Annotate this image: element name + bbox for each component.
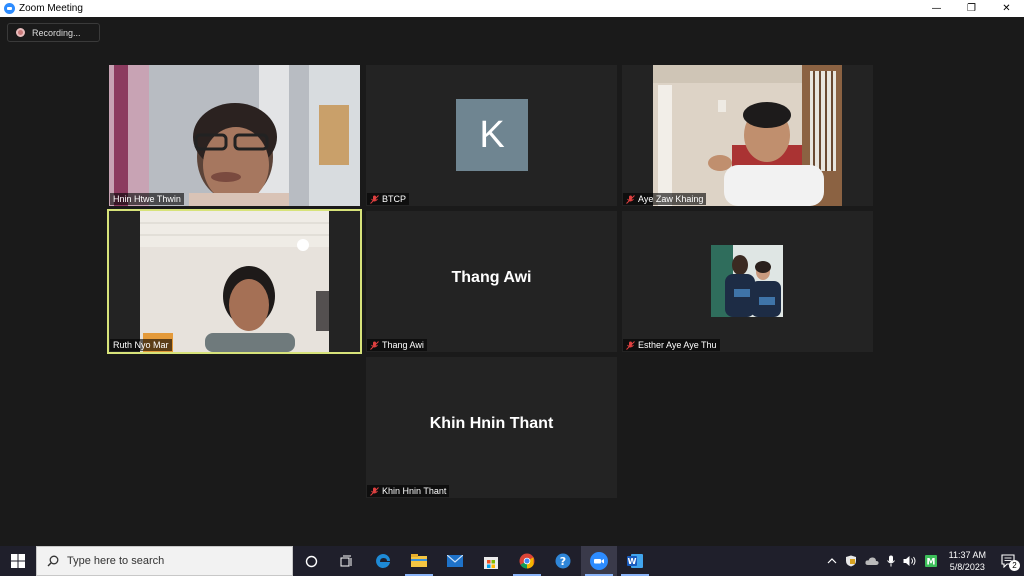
participant-avatar: K: [456, 99, 528, 171]
search-placeholder: Type here to search: [67, 555, 165, 567]
recording-indicator[interactable]: Recording...: [7, 23, 100, 42]
participant-name-tag: Ruth Nyo Mar: [110, 339, 172, 351]
avatar-letter: K: [479, 113, 505, 156]
taskbar-app-chrome[interactable]: [509, 546, 545, 576]
window-title: Zoom Meeting: [19, 3, 83, 14]
participant-tile[interactable]: Esther Aye Aye Thu: [622, 211, 873, 352]
taskbar-app-store[interactable]: [473, 546, 509, 576]
mic-muted-icon: [370, 340, 379, 350]
participant-tile[interactable]: K BTCP: [366, 65, 617, 206]
edge-icon: [376, 554, 390, 568]
mail-icon: [447, 555, 463, 567]
microphone-icon[interactable]: [886, 555, 895, 567]
zoom-icon: [590, 552, 608, 570]
participant-name-tag: Thang Awi: [367, 339, 427, 351]
start-button[interactable]: [0, 546, 36, 576]
help-icon: ?: [555, 553, 571, 569]
folder-icon: [411, 554, 427, 567]
participant-name-tag: Khin Hnin Thant: [367, 485, 450, 497]
participant-tile[interactable]: Thang Awi Thang Awi: [366, 211, 617, 352]
security-shield-icon[interactable]: [845, 555, 857, 567]
task-view-button[interactable]: [329, 546, 365, 576]
participant-name: Aye Zaw Khaing: [638, 194, 704, 204]
notification-badge: 2: [1009, 560, 1020, 571]
participant-display-name: Khin Hnin Thant: [429, 415, 554, 432]
notification-center-button[interactable]: 2: [994, 546, 1024, 576]
participant-tile-active-speaker[interactable]: Ruth Nyo Mar: [107, 209, 362, 354]
window-controls: — ❐ ✕: [919, 0, 1024, 17]
record-icon: [16, 28, 25, 37]
close-button[interactable]: ✕: [989, 0, 1024, 17]
clock-date: 5/8/2023: [949, 562, 985, 572]
participant-name-tag: Hnin Htwe Thwin: [110, 193, 184, 205]
participant-name: Thang Awi: [382, 340, 424, 350]
mic-muted-icon: [626, 340, 635, 350]
chevron-up-icon[interactable]: [827, 556, 837, 566]
taskbar-app-edge[interactable]: [365, 546, 401, 576]
participant-display-name: Thang Awi: [451, 269, 532, 286]
windows-taskbar: Type here to search ? W M 11:37 AM 5/8/2…: [0, 546, 1024, 576]
participant-tile[interactable]: Khin Hnin Thant Khin Hnin Thant: [366, 357, 617, 498]
participant-name: Esther Aye Aye Thu: [638, 340, 717, 350]
svg-text:?: ?: [560, 555, 566, 568]
meeting-gallery: Recording... Hnin Htwe Thwin K BTCP Aye …: [0, 17, 1024, 546]
taskbar-app-zoom[interactable]: [581, 546, 617, 576]
taskbar-app-word[interactable]: W: [617, 546, 653, 576]
volume-icon[interactable]: [903, 555, 917, 567]
participant-name: BTCP: [382, 194, 407, 204]
participant-name: Ruth Nyo Mar: [113, 340, 169, 350]
participant-name-tag: BTCP: [367, 193, 410, 205]
participant-name: Khin Hnin Thant: [382, 486, 447, 496]
taskbar-search-box[interactable]: Type here to search: [36, 546, 293, 576]
title-bar: Zoom Meeting — ❐ ✕: [0, 0, 1024, 17]
cortana-button[interactable]: [293, 546, 329, 576]
minimize-button[interactable]: —: [919, 0, 954, 17]
participant-name-tag: Esther Aye Aye Thu: [623, 339, 720, 351]
zoom-logo-icon: [4, 3, 15, 14]
language-indicator-icon[interactable]: M: [924, 555, 937, 568]
store-icon: [484, 556, 498, 569]
search-icon: [47, 555, 59, 567]
svg-text:W: W: [628, 557, 637, 566]
clock-time: 11:37 AM: [948, 550, 986, 560]
participant-tile[interactable]: Hnin Htwe Thwin: [109, 65, 360, 206]
taskbar-app-file-explorer[interactable]: [401, 546, 437, 576]
windows-logo-icon: [11, 554, 25, 568]
task-view-icon: [340, 555, 352, 566]
svg-text:M: M: [926, 558, 935, 568]
chrome-icon: [519, 553, 535, 569]
participant-video: [109, 211, 360, 352]
cloud-icon[interactable]: [865, 556, 879, 566]
participant-video: [109, 65, 360, 206]
mic-muted-icon: [370, 194, 379, 204]
participant-video: [622, 65, 873, 206]
participant-name: Hnin Htwe Thwin: [113, 194, 181, 204]
participant-name-tag: Aye Zaw Khaing: [623, 193, 707, 205]
mic-muted-icon: [370, 486, 379, 496]
restore-button[interactable]: ❐: [954, 0, 989, 17]
recording-label: Recording...: [32, 27, 81, 38]
participant-tile[interactable]: Aye Zaw Khaing: [622, 65, 873, 206]
word-icon: W: [627, 554, 643, 568]
system-tray: M 11:37 AM 5/8/2023 2: [827, 546, 1024, 576]
cortana-icon: [305, 555, 317, 567]
system-clock[interactable]: 11:37 AM 5/8/2023: [949, 549, 986, 573]
mic-muted-icon: [626, 194, 635, 204]
taskbar-app-help[interactable]: ?: [545, 546, 581, 576]
taskbar-app-mail[interactable]: [437, 546, 473, 576]
participant-photo: [711, 245, 783, 317]
